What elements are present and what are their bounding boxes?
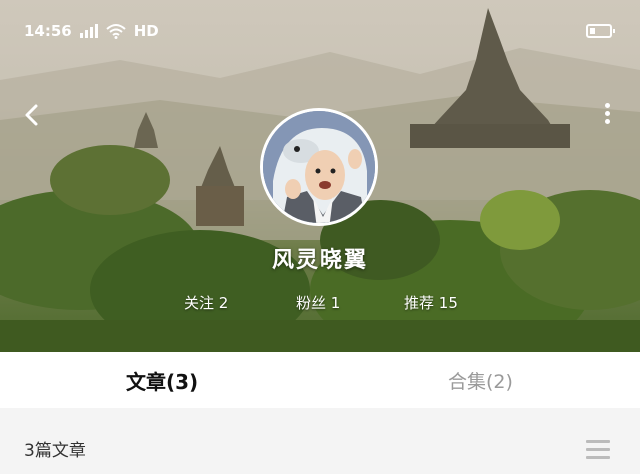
content-tabs: 文章(3) 合集(2) bbox=[0, 352, 640, 408]
battery-icon bbox=[586, 24, 615, 38]
stat-recommended-value: 15 bbox=[438, 294, 458, 312]
more-vertical-icon[interactable] bbox=[600, 100, 614, 132]
status-time: 14:56 bbox=[24, 22, 72, 40]
stat-followers-value: 1 bbox=[330, 294, 341, 312]
back-arrow-icon[interactable] bbox=[20, 102, 46, 128]
profile-name: 风灵晓翼 bbox=[271, 248, 368, 273]
stat-following[interactable]: 关注 2 bbox=[184, 292, 228, 313]
avatar[interactable] bbox=[260, 108, 378, 226]
stat-recommended[interactable]: 推荐 15 bbox=[404, 292, 458, 313]
stat-following-value: 2 bbox=[218, 294, 229, 312]
stat-followers-label: 粉丝 bbox=[296, 294, 327, 312]
tab-collections[interactable]: 合集(2) bbox=[448, 367, 513, 394]
battery-level bbox=[590, 28, 595, 34]
signal-icon bbox=[79, 24, 98, 38]
menu-icon[interactable] bbox=[586, 440, 610, 460]
stat-recommended-label: 推荐 bbox=[404, 294, 435, 312]
tab-articles[interactable]: 文章(3) bbox=[126, 366, 198, 395]
stat-following-label: 关注 bbox=[184, 294, 215, 312]
stat-followers[interactable]: 粉丝 1 bbox=[296, 292, 340, 313]
status-bar: 14:56 HD bbox=[24, 22, 159, 40]
wifi-icon bbox=[106, 24, 126, 39]
profile-header: 14:56 HD 风灵晓翼 关注 2 粉丝 1 推荐 15 bbox=[0, 0, 640, 352]
list-header: 3篇文章 bbox=[0, 412, 640, 474]
article-count: 3篇文章 bbox=[24, 441, 86, 461]
network-type: HD bbox=[133, 22, 159, 40]
